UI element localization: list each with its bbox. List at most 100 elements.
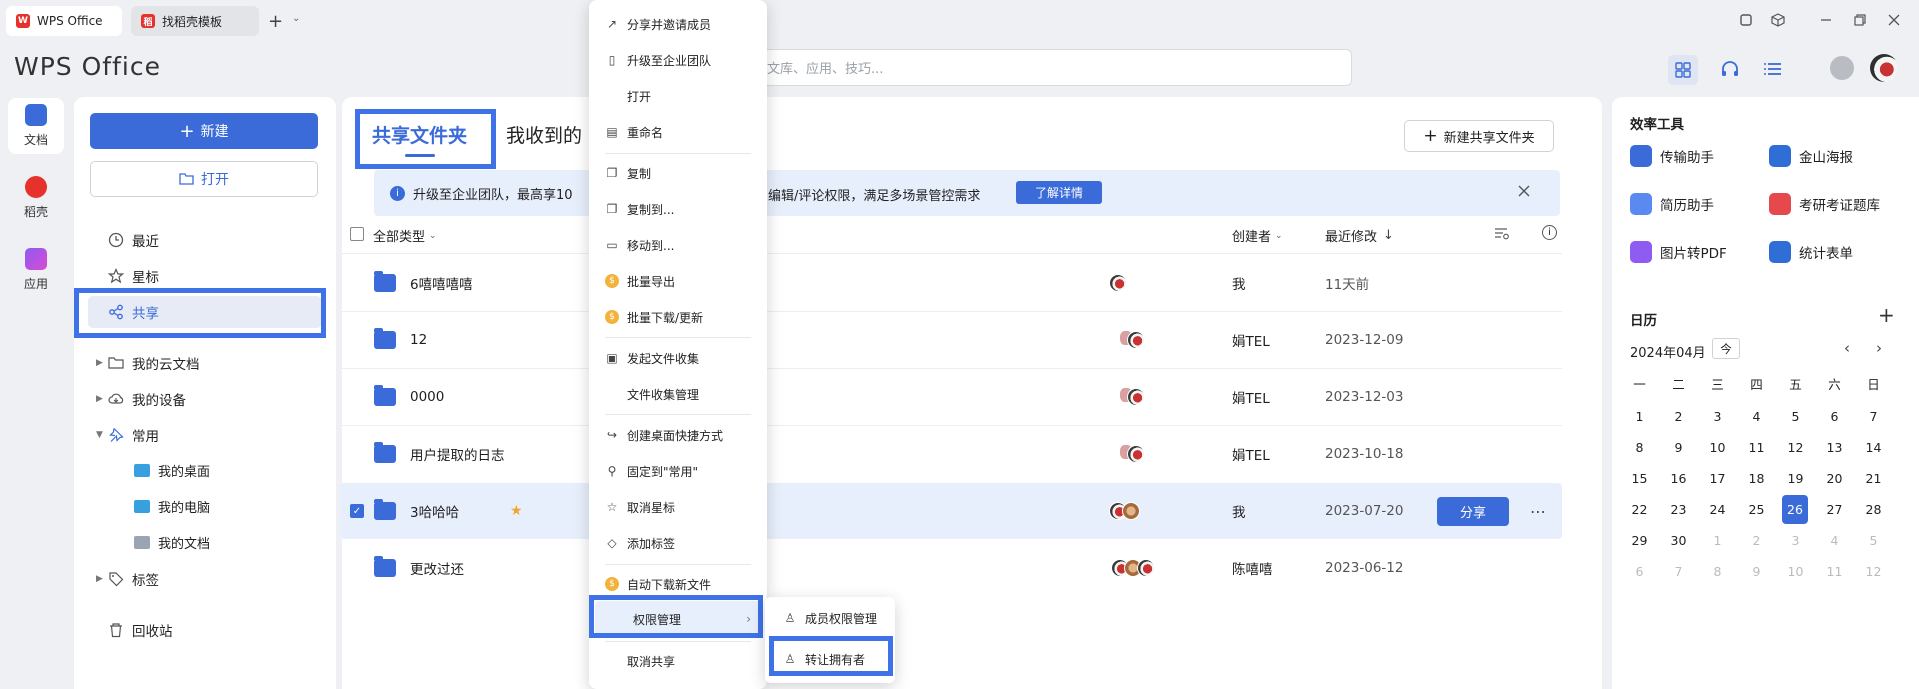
new-button[interactable]: + 新建 (90, 113, 318, 149)
menu-item-batch-export[interactable]: $ 批量导出 (589, 263, 767, 299)
cube-icon[interactable] (1768, 10, 1788, 30)
tab-received[interactable]: 我收到的 (506, 121, 582, 148)
nav-sub-item-documents[interactable]: 我的文档 (134, 527, 210, 557)
calendar-day[interactable]: 16 (1659, 464, 1698, 493)
info-icon[interactable]: i (1542, 225, 1557, 240)
close-icon[interactable] (1518, 185, 1530, 197)
calendar-day[interactable]: 9 (1659, 433, 1698, 462)
table-row[interactable]: 0000 娟TEL 2023-12-03 (342, 369, 1562, 425)
tab-wps-office[interactable]: W WPS Office (6, 6, 122, 36)
calendar-day[interactable]: 25 (1737, 495, 1776, 524)
search-input[interactable]: 文库、应用、技巧... (756, 49, 1352, 86)
table-row-selected[interactable]: ✓ 3哈哈哈 ★ 我 2023-07-20 分享 ⋯ (340, 483, 1562, 539)
nav-sub-item-computer[interactable]: 我的电脑 (134, 491, 210, 521)
calendar-day[interactable]: 2 (1659, 402, 1698, 431)
nav-item-recent[interactable]: 最近 (88, 224, 322, 256)
type-filter[interactable]: 全部类型 ⌄ (373, 226, 437, 245)
menu-item-upgrade[interactable]: ▯ 升级至企业团队 (589, 42, 767, 78)
tool-transfer-assistant[interactable]: 传输助手 (1630, 145, 1714, 167)
grid-view-icon[interactable] (1668, 55, 1698, 85)
nav-sub-item-desktop[interactable]: 我的桌面 (134, 455, 210, 485)
calendar-day[interactable]: 12 (1854, 557, 1893, 586)
menu-item-unstar[interactable]: ☆ 取消星标 (589, 489, 767, 525)
calendar-day[interactable]: 13 (1815, 433, 1854, 462)
calendar-day[interactable]: 20 (1815, 464, 1854, 493)
calendar-day[interactable]: 3 (1698, 402, 1737, 431)
membership-badge-icon[interactable] (1830, 56, 1854, 80)
calendar-day[interactable]: 10 (1698, 433, 1737, 462)
chevron-down-icon[interactable]: ⌄ (292, 13, 300, 24)
table-row[interactable]: 12 娟TEL 2023-12-09 (342, 312, 1562, 368)
close-icon[interactable] (1884, 10, 1904, 30)
calendar-day[interactable]: 11 (1815, 557, 1854, 586)
calendar-day[interactable]: 29 (1620, 526, 1659, 555)
table-row[interactable]: 6嘻嘻嘻嘻 我 11天前 (342, 255, 1562, 311)
calendar-day[interactable]: 10 (1776, 557, 1815, 586)
calendar-day[interactable]: 23 (1659, 495, 1698, 524)
modified-column-header[interactable]: 最近修改 ↓ (1325, 226, 1394, 245)
today-button[interactable]: 今 (1712, 338, 1740, 359)
new-shared-folder-button[interactable]: + 新建共享文件夹 (1404, 120, 1554, 152)
calendar-day[interactable]: 27 (1815, 495, 1854, 524)
menu-item-pin-common[interactable]: ⚲ 固定到"常用" (589, 453, 767, 489)
menu-item-open[interactable]: 打开 (589, 78, 767, 114)
table-row[interactable]: 用户提取的日志 娟TEL 2023-10-18 (342, 426, 1562, 482)
tool-poster[interactable]: 金山海报 (1769, 145, 1853, 167)
menu-item-file-collect[interactable]: ▣ 发起文件收集 (589, 340, 767, 376)
calendar-day[interactable]: 1 (1620, 402, 1659, 431)
share-button[interactable]: 分享 (1437, 497, 1509, 526)
calendar-day[interactable]: 14 (1854, 433, 1893, 462)
minimize-icon[interactable] (1816, 10, 1836, 30)
calendar-day[interactable]: 19 (1776, 464, 1815, 493)
maximize-icon[interactable] (1850, 10, 1870, 30)
calendar-day[interactable]: 2 (1737, 526, 1776, 555)
menu-item-desktop-shortcut[interactable]: ↪ 创建桌面快捷方式 (589, 417, 767, 453)
menu-item-member-permissions[interactable]: ♙ 成员权限管理 (765, 600, 895, 636)
column-settings-icon[interactable] (1494, 226, 1510, 240)
calendar-day[interactable]: 30 (1659, 526, 1698, 555)
calendar-day[interactable]: 7 (1854, 402, 1893, 431)
nav-item-cloud-docs[interactable]: ▶ 我的云文档 (88, 347, 322, 379)
table-row[interactable]: 更改过还 陈嘻嘻 2023-06-12 (342, 540, 1562, 596)
headset-icon[interactable] (1720, 60, 1740, 80)
add-event-icon[interactable]: + (1878, 303, 1895, 327)
calendar-day[interactable]: 11 (1737, 433, 1776, 462)
nav-item-my-devices[interactable]: ▶ 我的设备 (88, 383, 322, 415)
open-button[interactable]: 打开 (90, 161, 318, 197)
rail-docer[interactable]: 稻壳 (8, 170, 64, 226)
calendar-day[interactable]: 4 (1815, 526, 1854, 555)
calendar-day[interactable]: 8 (1698, 557, 1737, 586)
chevron-left-icon[interactable]: ‹ (1844, 339, 1850, 357)
calendar-day[interactable]: 15 (1620, 464, 1659, 493)
chevron-right-icon[interactable]: › (1876, 339, 1882, 357)
calendar-day[interactable]: 6 (1815, 402, 1854, 431)
creator-column-header[interactable]: 创建者 ⌄ (1232, 226, 1283, 245)
row-checkbox[interactable]: ✓ (350, 504, 364, 518)
menu-icon[interactable] (1764, 61, 1782, 77)
calendar-day[interactable]: 17 (1698, 464, 1737, 493)
tool-exam-bank[interactable]: 考研考证题库 (1769, 193, 1880, 215)
select-all-checkbox[interactable] (350, 227, 364, 241)
more-icon[interactable]: ⋯ (1530, 502, 1546, 521)
calendar-day[interactable]: 1 (1698, 526, 1737, 555)
calendar-day[interactable]: 6 (1620, 557, 1659, 586)
menu-item-copy[interactable]: ❐ 复制 (589, 155, 767, 191)
menu-item-batch-download[interactable]: $ 批量下载/更新 (589, 299, 767, 335)
menu-item-collect-manage[interactable]: 文件收集管理 (589, 376, 767, 412)
menu-item-copy-to[interactable]: ❐ 复制到... (589, 191, 767, 227)
rail-document[interactable]: 文档 (8, 98, 64, 154)
rail-apps[interactable]: 应用 (8, 242, 64, 298)
star-icon[interactable]: ★ (510, 503, 523, 519)
calendar-day[interactable]: 18 (1737, 464, 1776, 493)
calendar-day[interactable]: 8 (1620, 433, 1659, 462)
nav-item-tags[interactable]: ▶ 标签 (88, 563, 322, 595)
calendar-day[interactable]: 5 (1776, 402, 1815, 431)
avatar[interactable] (1870, 54, 1898, 82)
menu-item-unshare[interactable]: 取消共享 (589, 643, 767, 679)
calendar-day[interactable]: 28 (1854, 495, 1893, 524)
tab-docer[interactable]: 稻 找稻壳模板 (131, 6, 259, 36)
calendar-day[interactable]: 3 (1776, 526, 1815, 555)
menu-item-move-to[interactable]: ▭ 移动到... (589, 227, 767, 263)
menu-item-add-tag[interactable]: ◇ 添加标签 (589, 525, 767, 561)
calendar-day[interactable]: 22 (1620, 495, 1659, 524)
